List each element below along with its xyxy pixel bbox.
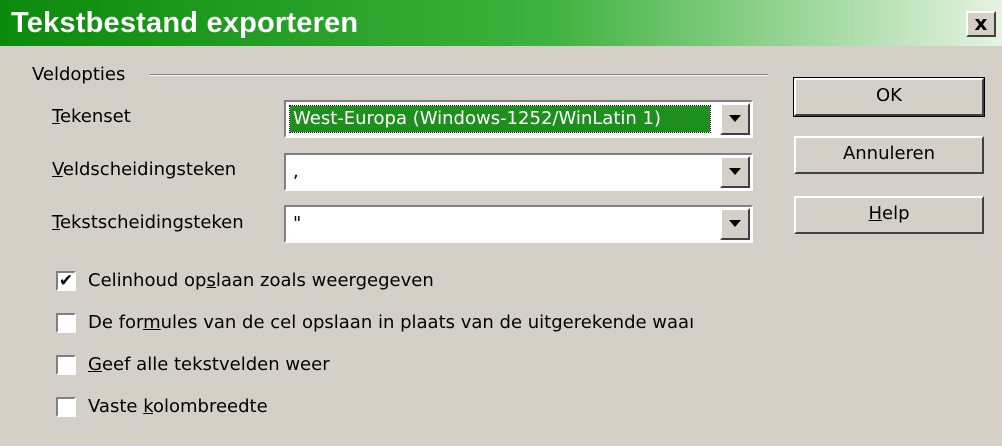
checkbox-label: De formules van de cel opslaan in plaats… [88,312,695,333]
checkbox-box[interactable] [56,355,76,375]
checkbox-box[interactable]: ✔ [56,271,76,291]
field-separator-combo[interactable]: , [284,153,753,191]
check-icon: ✔ [58,271,74,291]
charset-value: West-Europa (Windows-1252/WinLatin 1) [289,105,711,133]
checkbox-label: Vaste kolombreedte [88,396,268,417]
field-separator-value[interactable]: , [290,159,302,185]
window-title: Tekstbestand exporteren [11,7,359,39]
cancel-button[interactable]: Annuleren [794,136,984,174]
field-separator-label: Veldscheidingsteken [52,159,237,180]
chevron-down-icon[interactable] [720,103,750,135]
checkbox-label: Celinhoud opslaan zoals weergegeven [88,270,434,291]
help-button[interactable]: Help [794,196,984,234]
text-separator-label: Tekstscheidingsteken [52,212,244,233]
chevron-down-icon[interactable] [720,208,750,240]
charset-label: Tekenset [52,106,131,127]
group-divider [150,74,768,76]
group-label-field-options: Veldopties [32,64,126,85]
checkbox-label: Geef alle tekstvelden weer [88,354,330,375]
chevron-down-icon[interactable] [720,156,750,188]
checkbox-box[interactable] [56,313,76,333]
charset-select[interactable]: West-Europa (Windows-1252/WinLatin 1) [284,100,753,138]
title-bar[interactable]: Tekstbestand exporteren x [0,0,1002,46]
checkbox-box[interactable] [56,397,76,417]
text-separator-combo[interactable]: " [284,205,753,243]
ok-button[interactable]: OK [793,77,985,117]
text-separator-value[interactable]: " [290,211,304,237]
close-icon: x [974,11,988,35]
close-button[interactable]: x [966,11,996,37]
